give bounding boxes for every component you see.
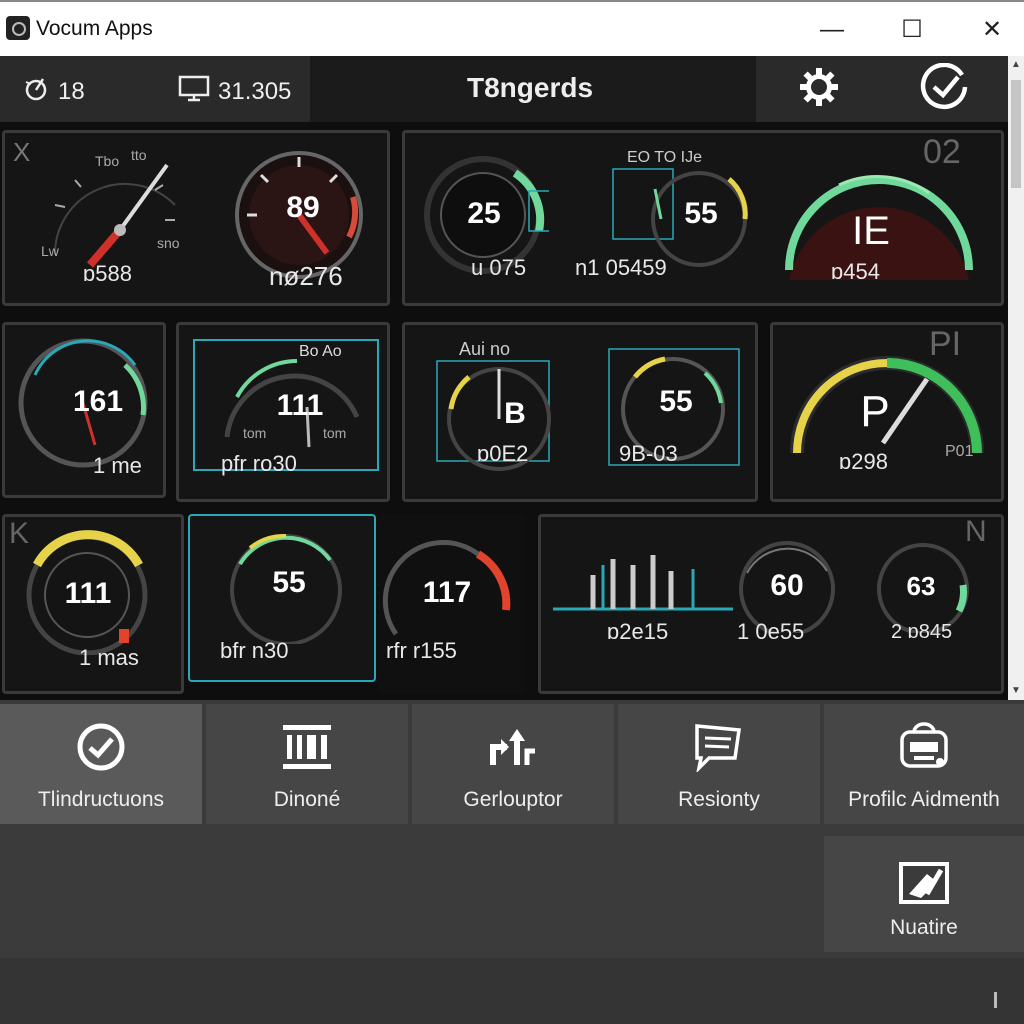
columns-icon (206, 722, 408, 772)
gauge-readout: ɒ298 (839, 449, 888, 474)
gauge-panel-8[interactable]: 55 bfr n30 (188, 514, 376, 682)
gauge-tick-label: tom (323, 425, 347, 441)
toolbar: 18 31.305 T8ngerds (0, 56, 1008, 122)
gauge-value: 111 (276, 389, 324, 422)
gauge-dashboard: X Tbo tto sno Lw ɒ588 89 nø276 02 EO TO … (0, 122, 1008, 700)
tools-icon (824, 860, 1024, 906)
message-flag-icon (618, 722, 820, 772)
monitor-value: 31.305 (218, 77, 292, 105)
gauge-panel-4[interactable]: Bo Ao 111 tom tom pfr ro30 (176, 322, 390, 502)
monitor-readout[interactable]: 31.305 (178, 74, 291, 109)
nav-instructions-button[interactable]: Tlindructuons (0, 704, 202, 824)
toolbar-status-group: 18 31.305 (0, 56, 310, 122)
gauge-readout: 1 me (93, 453, 142, 478)
settings-button[interactable] (756, 56, 882, 122)
monitor-icon (178, 74, 210, 109)
bar-graph-icon (553, 555, 733, 611)
minimize-button[interactable]: — (804, 10, 860, 50)
nav-label: Gerlouptor (463, 788, 563, 811)
gauge-value: 60 (770, 569, 804, 602)
gauge-readout: 1 0e55 (737, 619, 805, 644)
panel-corner-label: X (13, 137, 31, 167)
gauge-value: 25 (467, 197, 501, 230)
nuatire-button[interactable]: Nuatire (824, 836, 1024, 952)
gauge-readout: bfr n30 (220, 638, 289, 663)
window-title: Vocum Apps (36, 17, 153, 40)
nav-dinone-button[interactable]: Dinoné (206, 704, 408, 824)
scroll-thumb[interactable] (1011, 80, 1021, 188)
nav-label: Resionty (678, 788, 760, 811)
gauge-value: 55 (272, 566, 306, 599)
gauge-pin-icon (22, 74, 50, 109)
gauge-readout: rfr r155 (386, 638, 457, 663)
scroll-down-icon[interactable]: ▼ (1008, 682, 1024, 700)
gauge-value: 63 (906, 571, 936, 601)
nav-profile-button[interactable]: Profilc Aidmenth (824, 704, 1024, 824)
bottom-nav: Tlindructuons Dinoné Gerlouptor Resionty… (0, 700, 1024, 826)
check-circle-icon (0, 722, 202, 772)
gauge-tick-label: tom (243, 425, 267, 441)
nav-label: Dinoné (273, 788, 341, 811)
gauge-panel-6[interactable]: PI P ɒ298 P01 (770, 322, 1004, 502)
arrows-icon (412, 722, 614, 772)
gauge-readout: n1 05459 (575, 255, 667, 280)
gauge-panel-1[interactable]: X Tbo tto sno Lw ɒ588 89 nø276 (2, 130, 390, 306)
dashboard-title: T8ngerds (466, 72, 594, 103)
gauge-readout: 1 mas (79, 645, 139, 670)
close-button[interactable]: ✕ (964, 10, 1020, 50)
confirm-button[interactable] (882, 56, 1008, 122)
gauge-panel-10[interactable]: N ɒ2e15 60 1 0e55 63 2 ɒ845 (538, 514, 1004, 694)
secondary-area: Nuatire (0, 826, 1024, 958)
gauge-value: 161 (72, 385, 124, 418)
gauge-value: 55 (659, 385, 693, 418)
status-counter-value: 18 (58, 77, 85, 105)
status-counter[interactable]: 18 (22, 74, 85, 109)
maximize-button[interactable]: ☐ (884, 10, 940, 50)
gauge-readout: ɒ0E2 (477, 441, 529, 466)
check-circle-icon (918, 62, 972, 116)
gauge-readout: 2 ɒ845 (891, 621, 953, 643)
app-icon (6, 16, 30, 40)
gauge-readout: ɒ454 (831, 259, 880, 284)
gauge-readout: pfr ro30 (221, 451, 297, 476)
nav-resionty-button[interactable]: Resionty (618, 704, 820, 824)
gauge-panel-5[interactable]: Aui no B ɒ0E2 55 9B-03 (402, 322, 758, 502)
gauge-value: 117 (422, 576, 472, 609)
gauge-tick-label: sno (157, 235, 180, 251)
nav-label: Profilc Aidmenth (848, 788, 1000, 811)
gauge-value: 55 (684, 197, 718, 230)
gauge-value: IE (852, 209, 890, 253)
gauge-value: B (504, 397, 526, 430)
gauge-panel-7[interactable]: K 111 1 mas (2, 514, 184, 694)
gauge-side-label: P01 (945, 443, 974, 460)
gear-icon (798, 66, 840, 113)
gauge-panel-3[interactable]: 161 1 me (2, 322, 166, 498)
resize-grip-icon[interactable] (994, 992, 997, 1008)
gauge-panel-2[interactable]: 02 EO TO IJe 25 u 075 55 n1 05459 IE ɒ45… (402, 130, 1004, 306)
gauge-value: P (860, 387, 890, 436)
gauge-readout: ɒ588 (83, 261, 132, 286)
scroll-up-icon[interactable]: ▲ (1008, 56, 1024, 74)
gauge-value: 111 (64, 577, 112, 610)
gauge-readout: nø276 (269, 261, 343, 291)
title-bar: Vocum Apps — ☐ ✕ (0, 0, 1024, 56)
vertical-scrollbar[interactable]: ▲ ▼ (1008, 56, 1024, 700)
gauge-value: 89 (286, 191, 320, 224)
nav-generator-button[interactable]: Gerlouptor (412, 704, 614, 824)
gauge-tick-label: Lw (41, 243, 59, 259)
nuatire-label: Nuatire (890, 916, 958, 939)
gauge-tick-label: tto (131, 147, 147, 163)
gauge-readout: u 075 (471, 255, 527, 280)
gauge-readout: 9B-03 (619, 441, 678, 466)
gauge-readout: ɒ2e15 (607, 619, 669, 644)
gauge-tick-label: Tbo (95, 153, 120, 169)
robot-face-icon (824, 722, 1024, 772)
status-bar (0, 958, 1024, 1024)
gauge-panel-9[interactable]: 117 rfr r155 (378, 514, 524, 694)
nav-label: Tlindructuons (37, 788, 165, 811)
